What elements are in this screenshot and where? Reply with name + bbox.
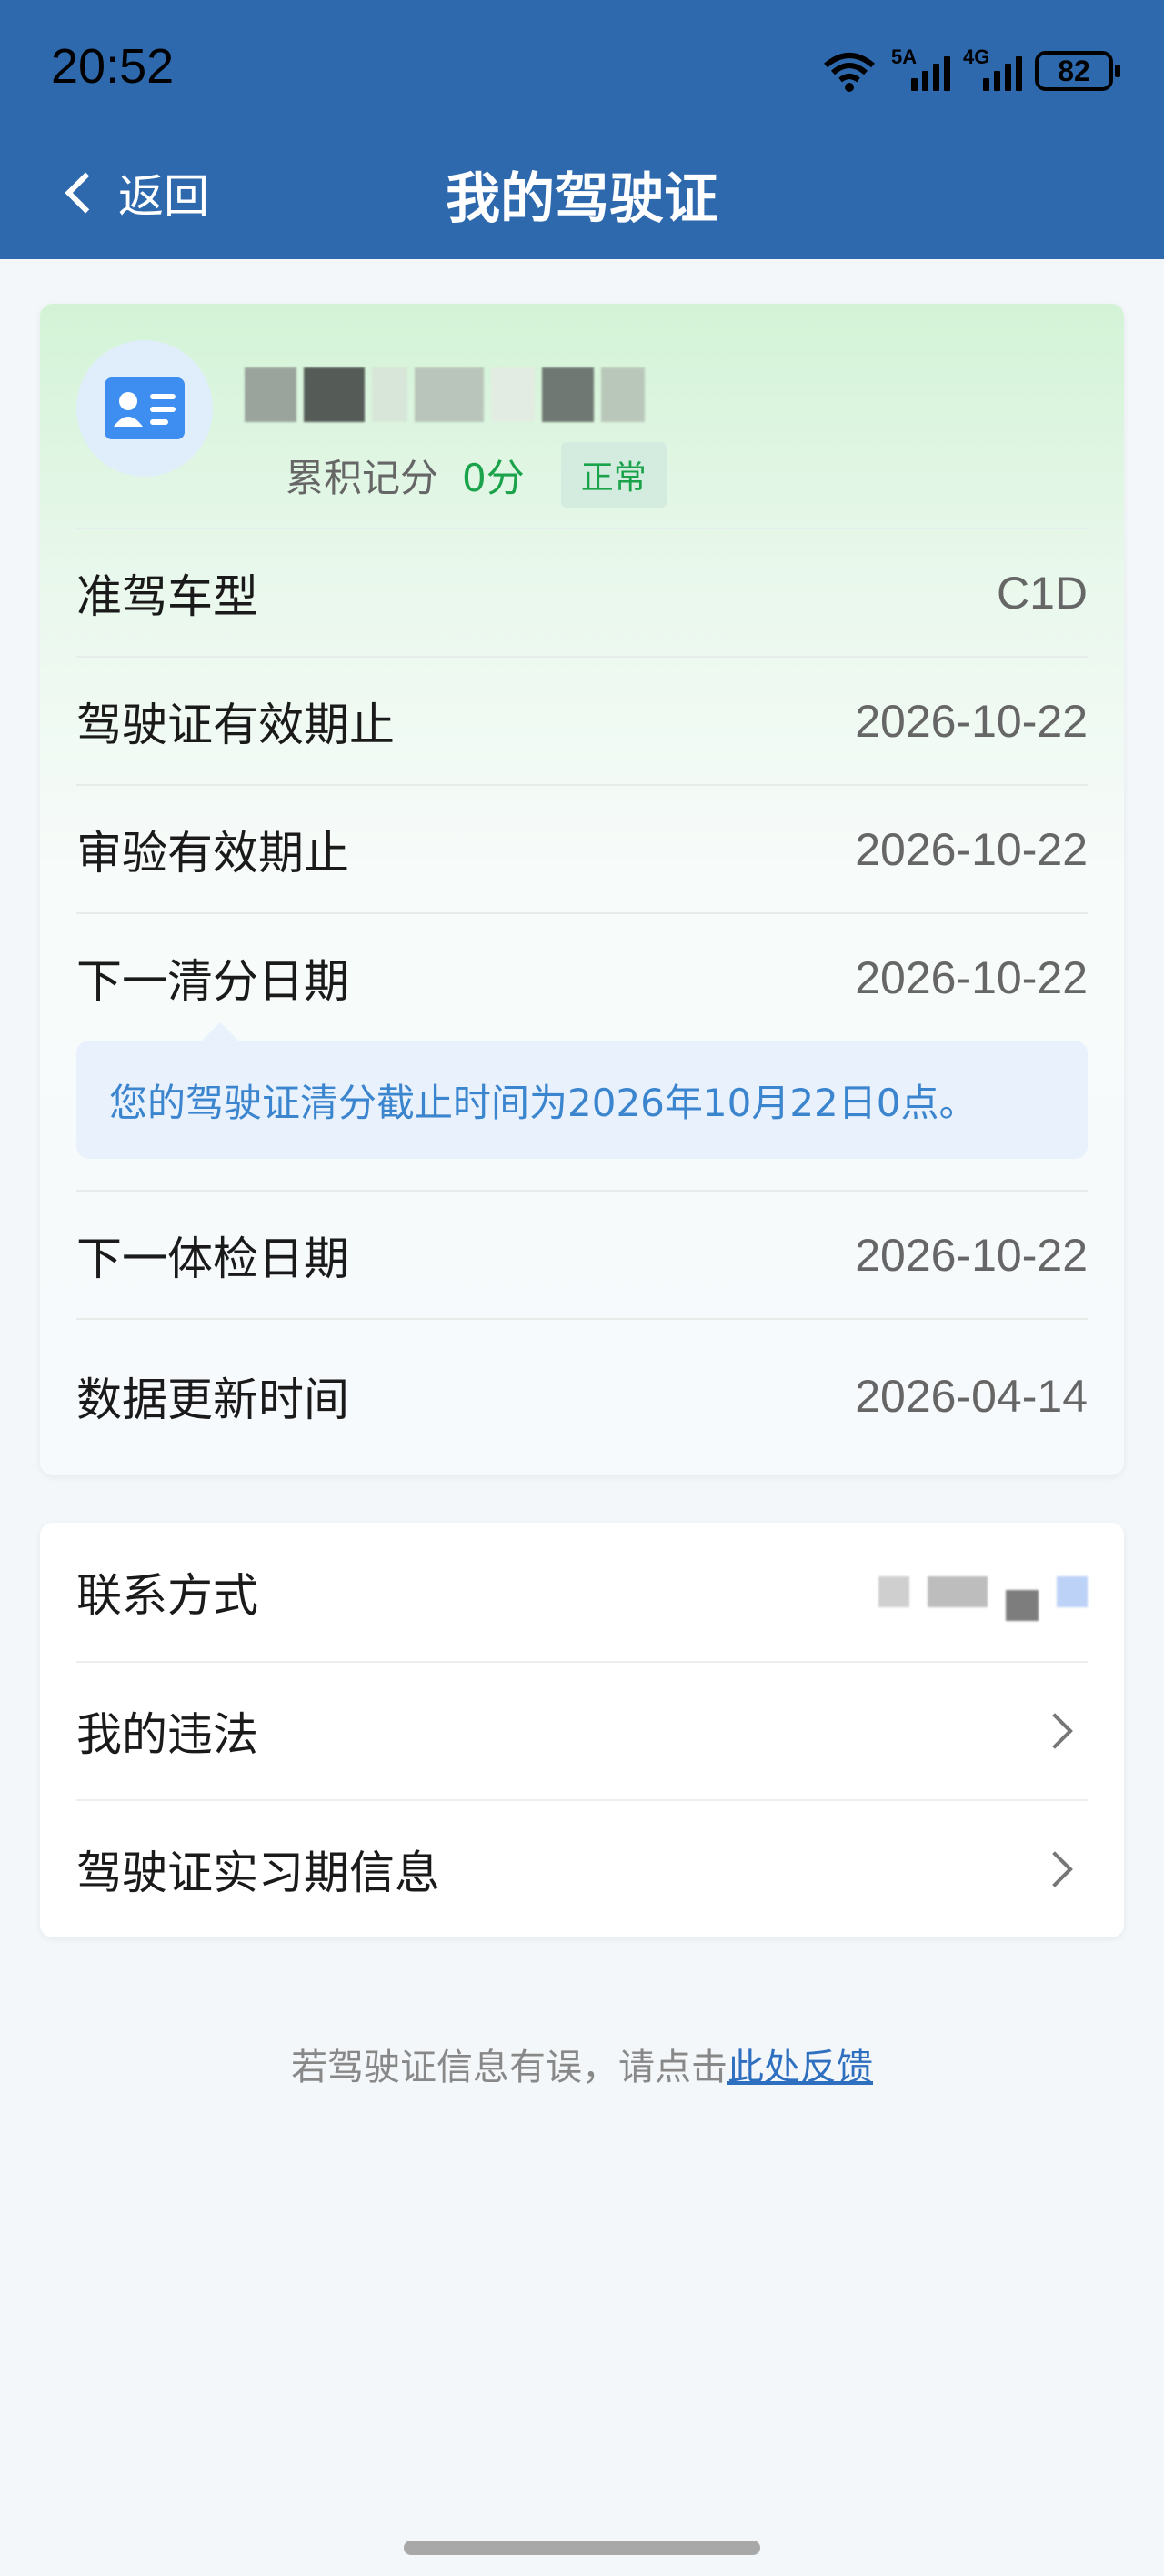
info-label: 驾驶证有效期止 [76,698,395,751]
points-value: 0分 [462,455,525,500]
info-row-review-expiry: 审验有效期止 2026-10-22 [76,784,1088,912]
info-value: C1D [996,567,1088,619]
info-row-license-class: 准驾车型 C1D [76,528,1088,656]
chevron-right-icon [1037,1713,1073,1749]
status-time: 20:52 [51,39,175,94]
links-card: 联系方式 我的违法 驾驶证实习期信息 [40,1523,1124,1937]
info-value: 2026-10-22 [855,1229,1088,1281]
probation-row[interactable]: 驾驶证实习期信息 [76,1799,1088,1937]
info-label: 数据更新时间 [76,1374,349,1426]
status-icons: 5A 4G 82 [820,45,1120,96]
top-bar: 20:52 5A 4G 82 返回 我的驾驶证 [0,0,1164,259]
page-title: 我的驾驶证 [446,167,718,231]
info-value: 2026-10-22 [855,951,1088,1003]
feedback-line: 若驾驶证信息有误，请点击此处反馈 [0,2038,1164,2090]
info-value: 2026-04-14 [855,1371,1088,1422]
contact-redacted [878,1563,1088,1621]
home-indicator[interactable] [404,2541,760,2555]
contact-row[interactable]: 联系方式 [76,1523,1088,1661]
info-label: 下一体检日期 [76,1232,349,1285]
info-list: 准驾车型 C1D 驾驶证有效期止 2026-10-22 审验有效期止 2026-… [76,528,1088,1473]
probation-label: 驾驶证实习期信息 [76,1846,440,1899]
violations-label: 我的违法 [76,1708,258,1761]
info-row-next-clear-date: 下一清分日期 2026-10-22 [76,912,1088,1041]
battery-level: 82 [1058,54,1090,87]
clear-tip: 您的驾驶证清分截止时间为2026年10月22日0点。 [76,1022,1088,1159]
info-row-license-expiry: 驾驶证有效期止 2026-10-22 [76,656,1088,784]
feedback-link[interactable]: 此处反馈 [728,2047,873,2088]
chevron-right-icon [1037,1851,1073,1887]
license-card-icon [76,340,213,477]
info-label: 下一清分日期 [76,954,349,1008]
info-label: 审验有效期止 [76,826,349,880]
name-redacted [245,367,645,422]
info-row-next-exam-date: 下一体检日期 2026-10-22 [76,1190,1088,1318]
license-card: 累积记分 0分 正常 准驾车型 C1D 驾驶证有效期止 2026-10-22 审… [40,304,1124,1475]
contact-label: 联系方式 [76,1569,258,1622]
signal-5a-icon: 5A [891,45,950,91]
info-row-data-updated: 数据更新时间 2026-04-14 [76,1318,1088,1473]
battery-icon: 82 [1035,51,1120,91]
info-value: 2026-10-22 [855,695,1088,747]
signal-4g-icon: 4G [963,45,1022,91]
feedback-text: 若驾驶证信息有误，请点击 [291,2047,728,2088]
points-label: 累积记分 [286,455,439,500]
profile-section: 累积记分 0分 正常 [76,340,1088,513]
violations-row[interactable]: 我的违法 [76,1661,1088,1799]
info-value: 2026-10-22 [855,823,1088,875]
points-row: 累积记分 0分 正常 [286,442,667,508]
info-label: 准驾车型 [76,569,258,623]
wifi-icon [820,49,878,93]
status-badge: 正常 [560,442,667,508]
